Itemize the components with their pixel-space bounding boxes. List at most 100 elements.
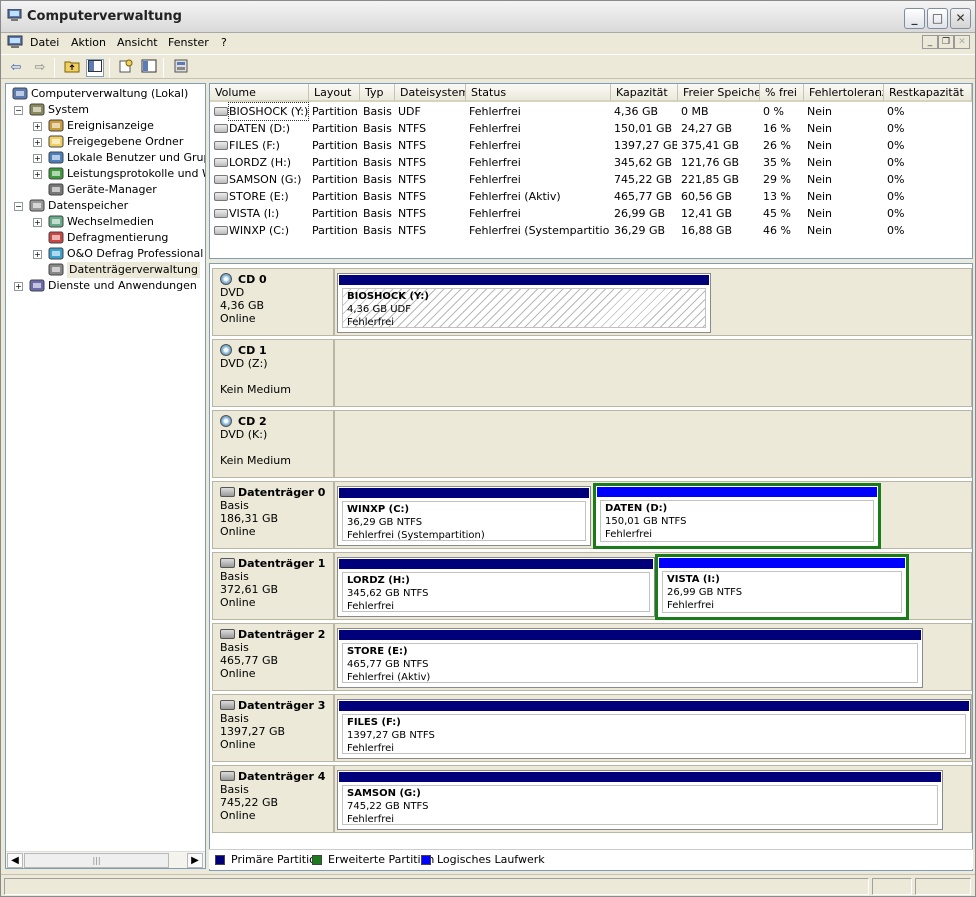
services-icon — [29, 279, 45, 293]
legend-item: Erweiterte Partition — [312, 853, 434, 866]
show-hide-tree-icon[interactable] — [86, 59, 104, 77]
disk-info-line3: Online — [220, 525, 256, 538]
table-row[interactable]: STORE (E:) Partition Basis NTFS Fehlerfrei (… — [210, 188, 972, 205]
disk-label[interactable]: Datenträger 0 Basis 186,31 GB Online — [212, 481, 334, 549]
scroll-thumb[interactable]: ||| — [24, 853, 169, 868]
scroll-left-arrow-icon[interactable]: ◀ — [7, 853, 23, 868]
collapse-icon[interactable]: − — [14, 202, 23, 211]
expand-icon[interactable]: + — [14, 282, 23, 291]
toolbar-separator — [163, 58, 164, 78]
cd-drive-icon — [220, 344, 232, 356]
scroll-right-arrow-icon[interactable]: ▶ — [187, 853, 203, 868]
partition-block[interactable]: DATEN (D:) 150,01 GB NTFS Fehlerfrei — [593, 483, 881, 549]
menu-fenster[interactable]: Fenster — [168, 36, 209, 49]
settings-icon[interactable] — [172, 59, 190, 77]
table-row[interactable]: SAMSON (G:) Partition Basis NTFS Fehlerfrei 7… — [210, 171, 972, 188]
table-cell: 35 % — [763, 156, 791, 169]
table-cell: NTFS — [398, 156, 427, 169]
column-header[interactable]: Typ — [360, 84, 395, 102]
disk-label[interactable]: CD 1 DVD (Z:) Kein Medium — [212, 339, 334, 407]
properties-icon[interactable] — [117, 59, 135, 77]
column-header[interactable]: Dateisystem — [395, 84, 466, 102]
disk-label[interactable]: Datenträger 3 Basis 1397,27 GB Online — [212, 694, 334, 762]
column-header[interactable]: Freier Speicher — [678, 84, 760, 102]
disk-label[interactable]: CD 2 DVD (K:) Kein Medium — [212, 410, 334, 478]
event-viewer-icon — [48, 119, 64, 133]
maximize-button[interactable]: □ — [927, 8, 948, 29]
column-header[interactable]: Status — [466, 84, 611, 102]
minimize-button[interactable]: _ — [904, 8, 925, 29]
partition-status: Fehlerfrei — [347, 743, 395, 754]
mdi-minimize-button[interactable]: _ — [922, 35, 938, 49]
table-cell: NTFS — [398, 190, 427, 203]
table-cell: Basis — [363, 224, 392, 237]
disk-label[interactable]: Datenträger 1 Basis 372,61 GB Online — [212, 552, 334, 620]
up-folder-icon[interactable] — [63, 59, 81, 77]
tree-horizontal-scrollbar[interactable]: ◀ ||| ▶ — [6, 851, 205, 868]
expand-icon[interactable]: + — [33, 122, 42, 131]
table-cell: FILES (F:) — [229, 139, 280, 152]
column-header[interactable]: Volume — [210, 84, 309, 102]
partition-size: 26,99 GB NTFS — [667, 587, 743, 598]
forward-arrow-icon[interactable]: ⇨ — [31, 59, 49, 77]
expand-icon[interactable]: + — [33, 250, 42, 259]
disk-label[interactable]: Datenträger 2 Basis 465,77 GB Online — [212, 623, 334, 691]
table-row[interactable]: FILES (F:) Partition Basis NTFS Fehlerfrei 13… — [210, 137, 972, 154]
volume-list[interactable]: Volume Layout Typ Dateisystem Status Kapazitä… — [209, 83, 973, 259]
table-row[interactable]: BIOSHOCK (Y:) Partition Basis UDF Fehlerfrei… — [210, 102, 972, 121]
mdi-restore-button[interactable]: ❐ — [938, 35, 954, 49]
expand-icon[interactable]: + — [33, 138, 42, 147]
tree-item-label: Wechselmedien — [67, 215, 154, 228]
disk-name: CD 2 — [220, 415, 333, 428]
column-header[interactable]: % frei — [760, 84, 804, 102]
partition-block[interactable]: FILES (F:) 1397,27 GB NTFS Fehlerfrei — [337, 699, 971, 759]
expand-icon[interactable]: + — [33, 170, 42, 179]
status-bar — [1, 874, 975, 896]
column-header[interactable]: Fehlertoleranz — [804, 84, 884, 102]
close-button[interactable]: ✕ — [950, 8, 971, 29]
expand-icon[interactable]: + — [33, 218, 42, 227]
disk-graphical-view: CD 0 DVD 4,36 GB Online BIOSHOCK (Y:) 4,36 GB… — [209, 263, 973, 871]
column-header[interactable]: Restkapazität — [884, 84, 972, 102]
partition-block[interactable]: STORE (E:) 465,77 GB NTFS Fehlerfrei (Akti… — [337, 628, 923, 688]
table-row[interactable]: LORDZ (H:) Partition Basis NTFS Fehlerfrei 34… — [210, 154, 972, 171]
column-header[interactable]: Layout — [309, 84, 360, 102]
table-row[interactable]: WINXP (C:) Partition Basis NTFS Fehlerfrei (… — [210, 222, 972, 239]
partition-status: Fehlerfrei — [347, 814, 395, 825]
disk-label[interactable]: CD 0 DVD 4,36 GB Online — [212, 268, 334, 336]
partition-details: WINXP (C:) 36,29 GB NTFS Fehlerfrei (Syste… — [342, 501, 586, 541]
console-tree[interactable]: Computerverwaltung (Lokal) − System + Ereign… — [5, 83, 206, 869]
table-cell: Nein — [807, 173, 833, 186]
volume-icon — [214, 209, 228, 218]
menu-ansicht[interactable]: Ansicht — [117, 36, 158, 49]
help-topics-icon[interactable] — [140, 59, 158, 77]
collapse-icon[interactable]: − — [14, 106, 23, 115]
mdi-close-button[interactable]: ✕ — [954, 35, 970, 49]
partition-block[interactable]: VISTA (I:) 26,99 GB NTFS Fehlerfrei — [655, 554, 909, 620]
column-header[interactable]: Kapazität — [611, 84, 678, 102]
disk-space-area: SAMSON (G:) 745,22 GB NTFS Fehlerfrei — [334, 765, 972, 833]
menu-aktion[interactable]: Aktion — [71, 36, 106, 49]
disk-info-line1: Basis — [220, 712, 249, 725]
menu-help[interactable]: ? — [221, 36, 227, 49]
disk-name-text: CD 1 — [238, 344, 267, 357]
menu-datei[interactable]: Datei — [30, 36, 59, 49]
table-row[interactable]: DATEN (D:) Partition Basis NTFS Fehlerfrei 15… — [210, 120, 972, 137]
hard-disk-icon — [220, 700, 235, 710]
volume-icon — [214, 192, 228, 201]
expand-icon[interactable]: + — [33, 154, 42, 163]
table-cell: Basis — [363, 207, 392, 220]
partition-block[interactable]: SAMSON (G:) 745,22 GB NTFS Fehlerfrei — [337, 770, 943, 830]
partition-name: BIOSHOCK (Y:) — [347, 291, 429, 302]
partition-block[interactable]: BIOSHOCK (Y:) 4,36 GB UDF Fehlerfrei — [337, 273, 711, 333]
table-cell: 0 % — [763, 105, 784, 118]
partition-block[interactable]: WINXP (C:) 36,29 GB NTFS Fehlerfrei (Syste… — [337, 486, 591, 546]
disk-label[interactable]: Datenträger 4 Basis 745,22 GB Online — [212, 765, 334, 833]
mmc-console-icon[interactable] — [7, 35, 23, 49]
disk-space-area: FILES (F:) 1397,27 GB NTFS Fehlerfrei — [334, 694, 972, 762]
back-arrow-icon[interactable]: ⇦ — [7, 59, 25, 77]
partition-block[interactable]: LORDZ (H:) 345,62 GB NTFS Fehlerfrei — [337, 557, 655, 617]
title-bar[interactable]: Computerverwaltung _ □ ✕ — [1, 1, 975, 33]
table-row[interactable]: VISTA (I:) Partition Basis NTFS Fehlerfrei 26… — [210, 205, 972, 222]
table-cell: NTFS — [398, 173, 427, 186]
